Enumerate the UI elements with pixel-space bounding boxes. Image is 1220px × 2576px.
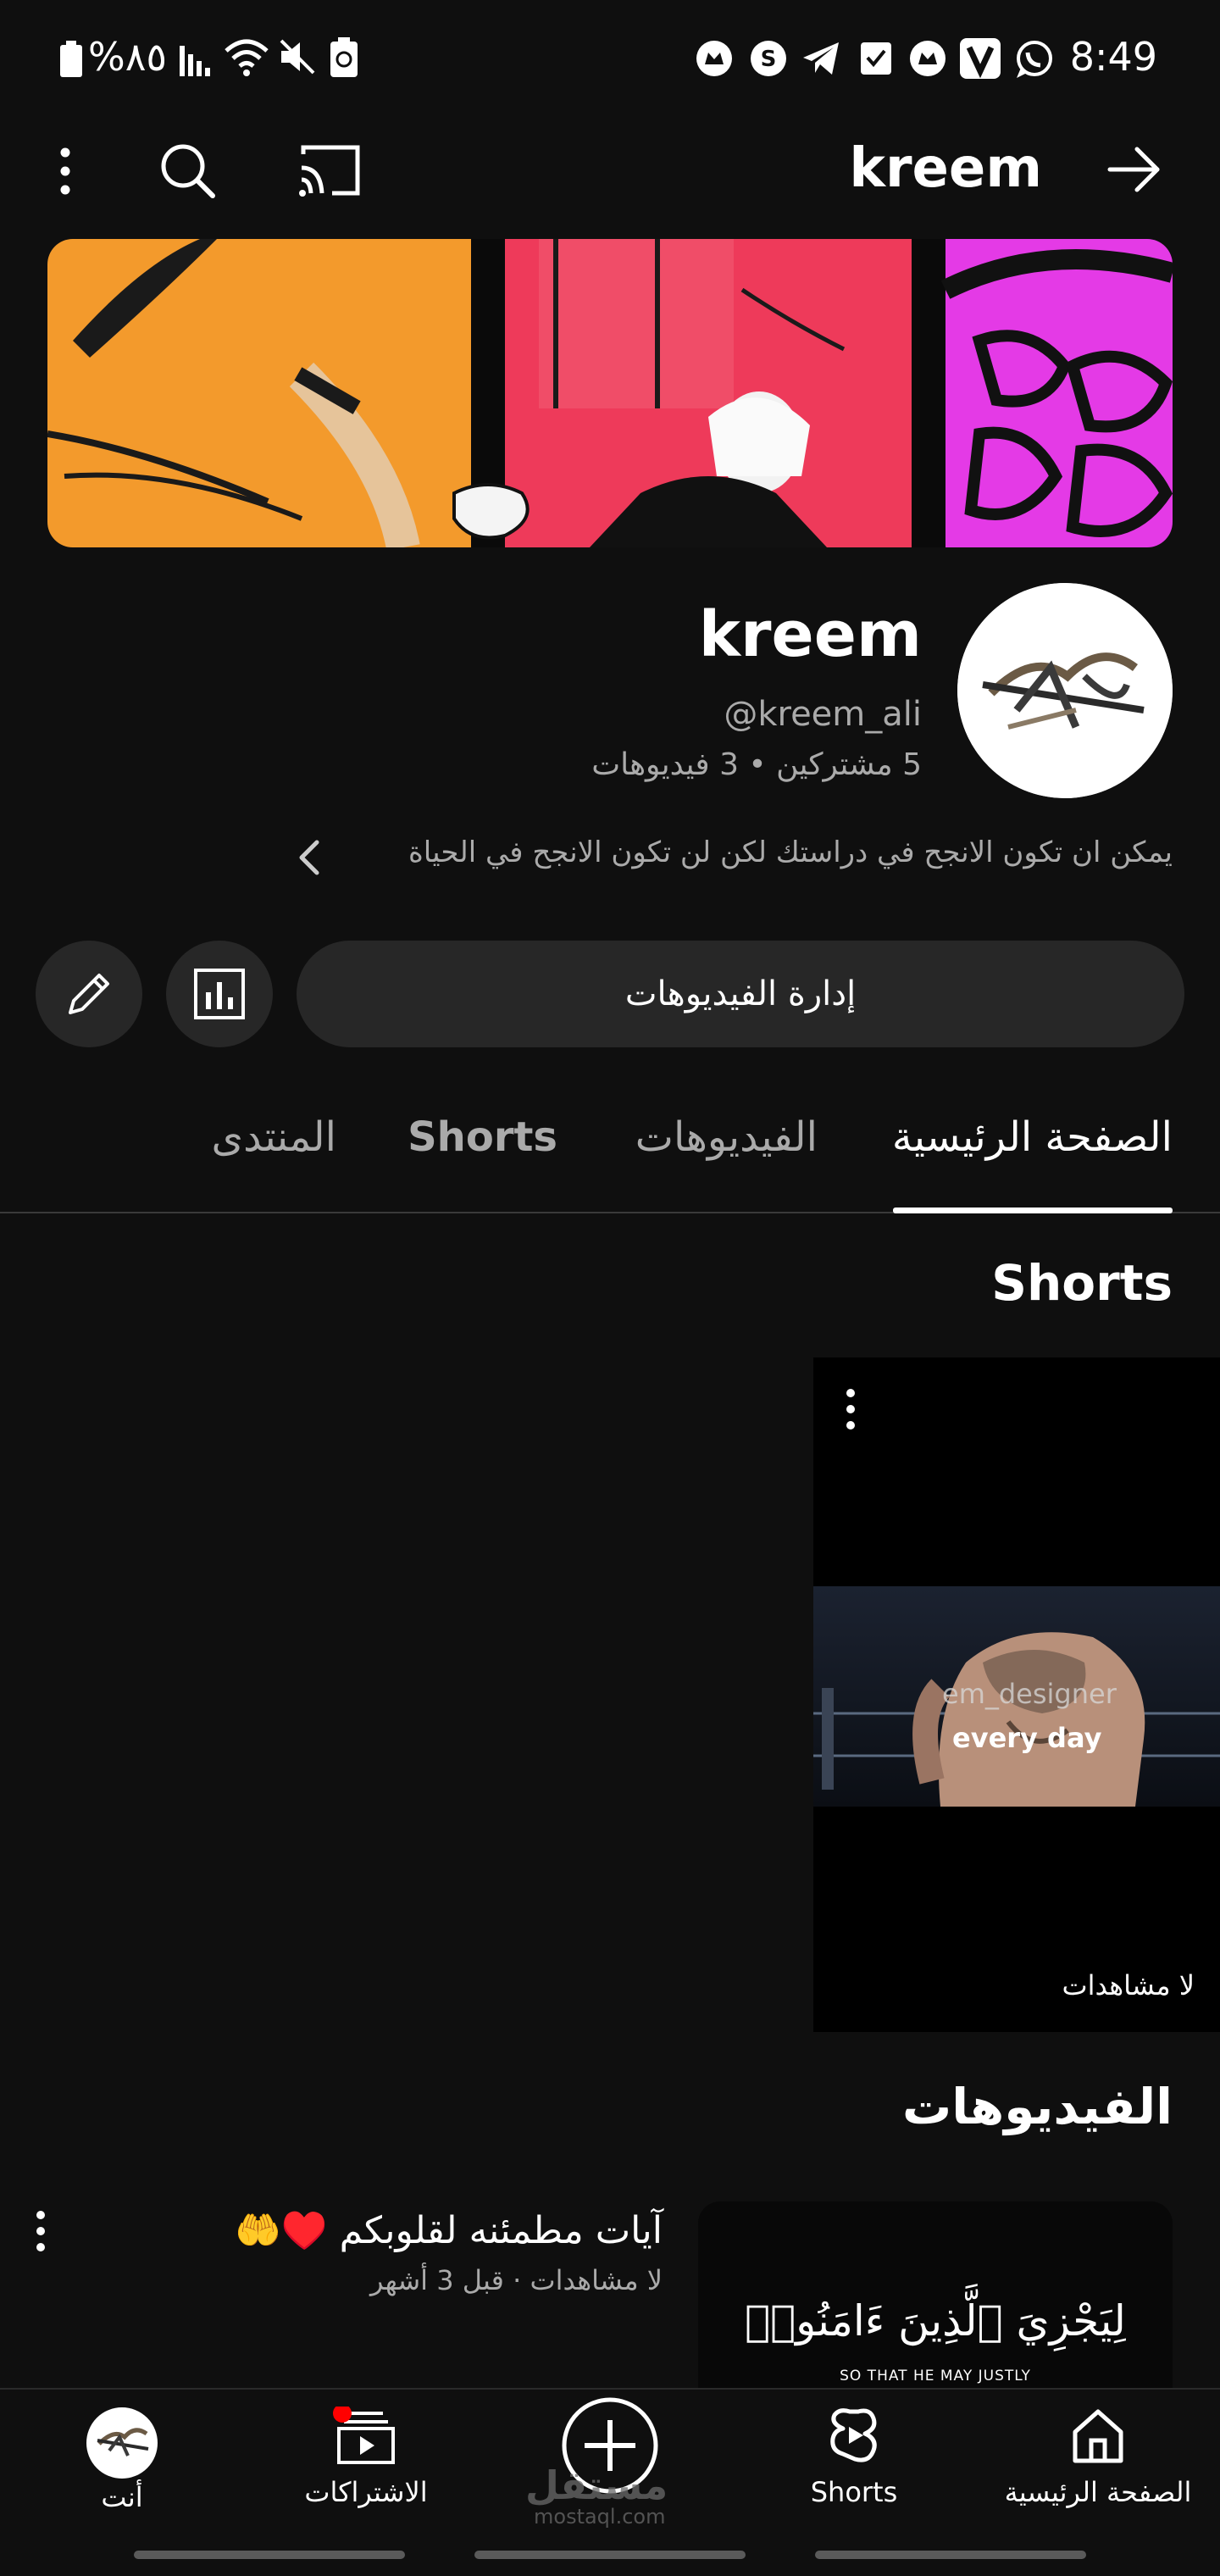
shorts-icon (830, 2408, 877, 2462)
nav-you[interactable]: أنت (12, 2407, 232, 2534)
banner-artwork (47, 239, 1173, 547)
nav-home[interactable]: الصفحة الرئيسية (988, 2407, 1208, 2534)
short-overlay-text: every day (952, 1722, 1102, 1754)
app-notification-icon (910, 41, 946, 76)
nav-subscriptions[interactable]: الاشتراكات (256, 2407, 476, 2534)
channel-banner (47, 239, 1173, 547)
mute-icon (280, 39, 315, 75)
video-thumbnail[interactable]: لِيَجْزِيَ ٱلَّذِينَ ءَامَنُوا۟ SO THAT … (698, 2201, 1173, 2388)
home-icon (1073, 2409, 1123, 2463)
telegram-icon (803, 42, 839, 75)
clock: 8:49 (1069, 34, 1157, 80)
short-watermark: em_designer (942, 1678, 1117, 1710)
nav-shorts-label: Shorts (810, 2476, 898, 2508)
chevron-left-icon[interactable] (293, 837, 327, 878)
active-tab-indicator (893, 1208, 1173, 1213)
analytics-button[interactable] (166, 941, 273, 1047)
checkbox-icon (861, 42, 891, 75)
app-notification-icon (696, 41, 732, 76)
gesture-bar-right (815, 2551, 1086, 2559)
channel-name: kreem (698, 598, 922, 671)
thumbnail-arabic-text: لِيَجْزِيَ ٱلَّذِينَ ءَامَنُوا۟ (745, 2296, 1126, 2346)
tab-community[interactable]: المنتدى (212, 1113, 336, 1161)
analytics-icon (194, 969, 245, 1019)
manage-videos-button[interactable]: إدارة الفيديوهات (297, 941, 1184, 1047)
channel-avatar[interactable] (957, 583, 1173, 798)
subscriptions-icon (333, 2407, 395, 2464)
watermark-text: مستقل (525, 2462, 668, 2508)
nav-subscriptions-label: الاشتراكات (304, 2476, 428, 2508)
arrow-forward-icon[interactable] (1106, 144, 1162, 195)
short-views: لا مشاهدات (1062, 1969, 1195, 2001)
battery-icon (60, 41, 82, 77)
shazam-icon: S (751, 41, 786, 76)
cast-icon[interactable] (298, 142, 363, 198)
wifi-icon (225, 39, 269, 76)
vpn-icon (960, 38, 1001, 79)
short-thumbnail: em_designer every day (813, 1586, 1220, 1807)
thumbnail-english-text: SO THAT HE MAY JUSTLY (840, 2368, 1031, 2384)
shorts-section-title: Shorts (991, 1254, 1173, 1312)
signal-icon (180, 46, 210, 76)
channel-description[interactable]: يمكن ان تكون الانجح في دراستك لكن لن تكو… (408, 836, 1173, 869)
video-title[interactable]: آيات مطمئنه لقلوبكم ♥️🤲 (235, 2208, 663, 2252)
search-icon[interactable] (158, 141, 217, 200)
tab-shorts[interactable]: Shorts (408, 1113, 557, 1161)
battery-saver-icon (330, 37, 358, 77)
whatsapp-icon (1017, 41, 1052, 78)
nav-you-label: أنت (101, 2481, 143, 2513)
gesture-bar-left (134, 2551, 405, 2559)
status-bar: %٨٥ S 8:49 (0, 0, 1220, 119)
avatar-logo (957, 583, 1173, 798)
edit-channel-button[interactable] (36, 941, 142, 1047)
battery-percent: %٨٥ (88, 34, 168, 80)
videos-section-title: الفيديوهات (902, 2078, 1173, 2135)
channel-tabs: الصفحة الرئيسية الفيديوهات Shorts المنتد… (0, 1095, 1220, 1213)
top-bar-title: kreem (849, 137, 1042, 200)
channel-stats: 5 مشتركين • 3 فيديوهات (591, 747, 922, 782)
tab-home[interactable]: الصفحة الرئيسية (892, 1113, 1173, 1161)
you-avatar-icon (86, 2407, 158, 2479)
tab-videos[interactable]: الفيديوهات (635, 1113, 818, 1161)
more-vert-icon[interactable] (846, 1388, 856, 1430)
nav-shorts[interactable]: Shorts (744, 2407, 964, 2534)
watermark-url: mostaql.com (534, 2505, 666, 2529)
short-card[interactable]: em_designer every day لا مشاهدات (813, 1357, 1220, 2032)
svg-text:S: S (761, 47, 777, 72)
more-vert-icon[interactable] (53, 144, 78, 198)
nav-home-label: الصفحة الرئيسية (1004, 2476, 1192, 2508)
more-vert-icon[interactable] (36, 2210, 46, 2252)
edit-icon (69, 974, 109, 1014)
gesture-bar-center (474, 2551, 746, 2559)
video-meta: لا مشاهدات · قبل 3 أشهر (369, 2264, 663, 2296)
channel-handle: @kreem_ali (724, 695, 922, 734)
